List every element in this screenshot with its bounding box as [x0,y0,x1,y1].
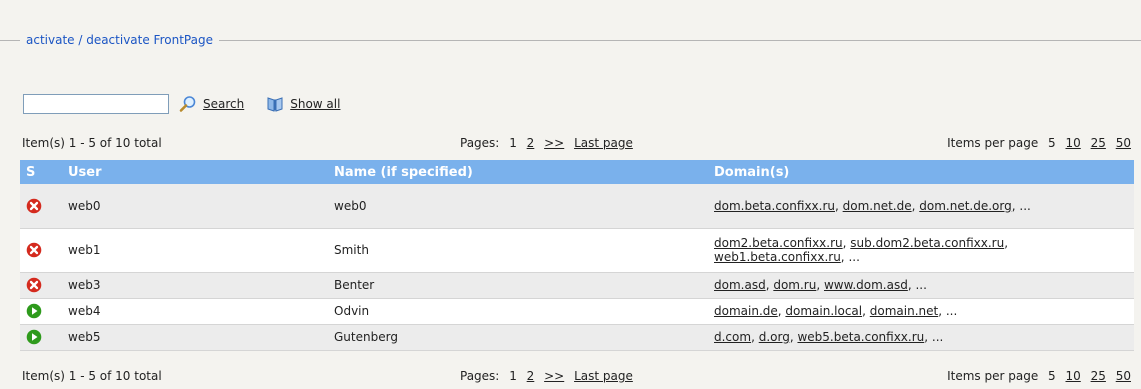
pager-top: Item(s) 1 - 5 of 10 total Pages: 1 2 >> … [0,136,1141,154]
table-row: web4 Odvin domain.de, domain.local, domain… [20,298,1134,325]
domain-link[interactable]: sub.dom2.beta.confixx.ru [850,236,1004,250]
user-cell: web1 [62,228,328,273]
domains-cell: domain.de, domain.local, domain.net, ... [708,298,1134,325]
show-all-label: Show all [290,97,341,111]
per-page-10-link[interactable]: 10 [1066,136,1081,150]
domain-link[interactable]: d.com [714,330,751,344]
domain-link[interactable]: dom.net.de.org [919,199,1011,213]
status-cell [20,272,62,299]
header-domains[interactable]: Domain(s) [708,160,1134,184]
user-cell: web4 [62,298,328,325]
fieldset-legend: activate / deactivate FrontPage [20,32,219,48]
page-current: 1 [509,369,517,383]
items-count: Item(s) 1 - 5 of 10 total [22,136,162,150]
domains-more: ... [945,304,958,318]
name-cell: web0 [328,184,708,229]
page-2-link[interactable]: 2 [527,136,535,150]
domain-link[interactable]: dom.ru [773,278,816,292]
name-cell: Odvin [328,298,708,325]
per-page-10-link[interactable]: 10 [1066,369,1081,383]
name-cell: Smith [328,228,708,273]
name-cell: Gutenberg [328,324,708,351]
page-2-link[interactable]: 2 [527,369,535,383]
user-cell: web3 [62,272,328,299]
items-per-page: Items per page 5 10 25 50 [947,369,1131,383]
book-icon [266,95,284,113]
domains-cell: dom.asd, dom.ru, www.dom.asd, ... [708,272,1134,299]
domain-link[interactable]: web1.beta.confixx.ru [714,250,841,264]
pages-nav: Pages: 1 2 >> Last page [460,136,633,150]
status-cell [20,324,62,351]
magnifier-icon [179,95,197,113]
table-row: web1 Smith dom2.beta.confixx.ru, sub.dom2.… [20,228,1134,273]
search-button[interactable]: Search [179,95,244,113]
items-count: Item(s) 1 - 5 of 10 total [22,369,162,383]
next-page-link[interactable]: >> [544,136,564,150]
domains-cell: dom.beta.confixx.ru, dom.net.de, dom.net… [708,184,1134,229]
status-cell [20,184,62,229]
domain-link[interactable]: domain.net [870,304,938,318]
page-current: 1 [509,136,517,150]
header-status[interactable]: S [20,160,62,184]
header-name[interactable]: Name (if specified) [328,160,708,184]
domain-link[interactable]: domain.local [785,304,862,318]
per-page-50-link[interactable]: 50 [1116,369,1131,383]
pages-label: Pages: [460,369,500,383]
per-page-current: 5 [1048,369,1056,383]
table-row: web0 web0 dom.beta.confixx.ru, dom.net.de,… [20,184,1134,229]
green-play-circle-icon[interactable] [26,329,42,345]
red-x-circle-icon[interactable] [26,198,42,214]
last-page-link[interactable]: Last page [574,369,633,383]
name-cell: Benter [328,272,708,299]
domain-link[interactable]: web5.beta.confixx.ru [797,330,924,344]
domains-more: ... [848,250,860,264]
per-page-25-link[interactable]: 25 [1091,369,1106,383]
table-header: S User Name (if specified) Domain(s) [20,160,1134,184]
domains-more: ... [931,330,944,344]
status-cell [20,298,62,325]
pages-label: Pages: [460,136,500,150]
per-page-25-link[interactable]: 25 [1091,136,1106,150]
table-row: web5 Gutenberg d.com, d.org, web5.beta.con… [20,324,1134,351]
domain-link[interactable]: www.dom.asd [824,278,908,292]
green-play-circle-icon[interactable] [26,303,42,319]
pager-bottom: Item(s) 1 - 5 of 10 total Pages: 1 2 >> … [0,369,1141,387]
per-page-50-link[interactable]: 50 [1116,136,1131,150]
domain-link[interactable]: dom.net.de [843,199,912,213]
pages-nav: Pages: 1 2 >> Last page [460,369,633,383]
next-page-link[interactable]: >> [544,369,564,383]
domains-more: ... [1019,198,1031,213]
domain-link[interactable]: dom2.beta.confixx.ru [714,236,843,250]
show-all-button[interactable]: Show all [266,95,340,113]
search-input[interactable] [23,94,169,114]
per-page-label: Items per page [947,369,1039,383]
domains-cell: d.com, d.org, web5.beta.confixx.ru, ... [708,324,1134,351]
domain-link[interactable]: d.org [759,330,790,344]
domain-link[interactable]: domain.de [714,304,778,318]
user-cell: web0 [62,184,328,229]
domains-more: ... [915,278,927,292]
last-page-link[interactable]: Last page [574,136,633,150]
status-cell [20,228,62,273]
per-page-current: 5 [1048,136,1056,150]
domain-link[interactable]: dom.beta.confixx.ru [714,199,835,213]
items-per-page: Items per page 5 10 25 50 [947,136,1131,150]
users-table: S User Name (if specified) Domain(s) web… [20,160,1134,351]
search-label: Search [203,97,245,111]
red-x-circle-icon[interactable] [26,242,42,258]
search-row: Search Show all [23,92,340,116]
per-page-label: Items per page [947,136,1039,150]
user-cell: web5 [62,324,328,351]
domains-cell: dom2.beta.confixx.ru, sub.dom2.beta.conf… [708,228,1134,273]
red-x-circle-icon[interactable] [26,277,42,293]
table-row: web3 Benter dom.asd, dom.ru, www.dom.asd, … [20,272,1134,299]
header-user[interactable]: User [62,160,328,184]
domain-link[interactable]: dom.asd [714,278,766,292]
